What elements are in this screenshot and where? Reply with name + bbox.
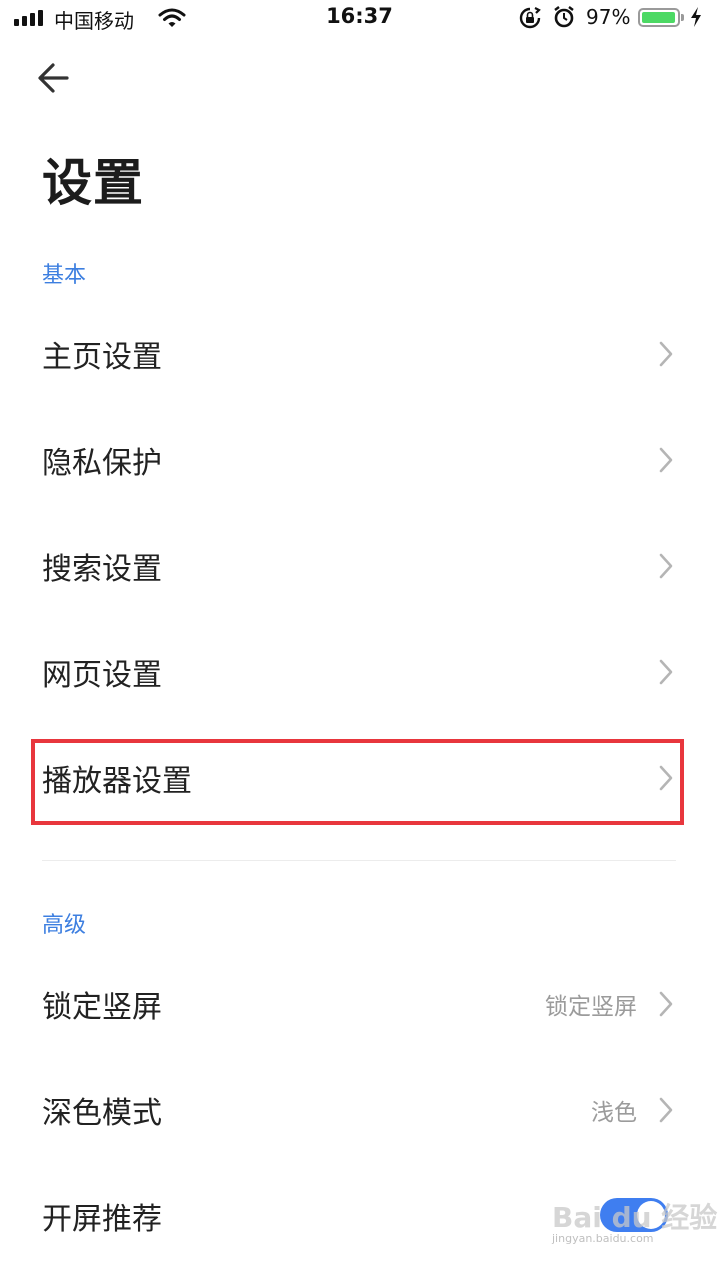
section-header-basic: 基本 (42, 263, 87, 288)
settings-item-label: 隐私保护 (42, 446, 162, 481)
chevron-right-icon (659, 447, 673, 473)
chevron-right-icon (659, 553, 673, 579)
settings-item-label: 锁定竖屏 (42, 990, 162, 1025)
arrow-left-icon (38, 63, 69, 93)
status-bar: 中国移动 16:37 97% (0, 0, 719, 36)
chevron-right-icon (659, 341, 673, 367)
settings-item-label: 开屏推荐 (42, 1202, 162, 1237)
settings-item-label: 主页设置 (42, 340, 162, 375)
alarm-icon (553, 5, 575, 33)
settings-item-homepage[interactable]: 主页设置 (0, 314, 719, 394)
charging-bolt-icon (690, 6, 702, 32)
page-title: 设置 (42, 154, 144, 212)
watermark-url: jingyan.baidu.com (552, 1232, 654, 1245)
battery-percent: 97% (586, 5, 631, 29)
back-button[interactable] (34, 58, 74, 98)
section-divider (42, 860, 676, 861)
settings-item-value: 浅色 (591, 1100, 637, 1126)
chevron-right-icon (659, 991, 673, 1017)
battery-cap (681, 14, 684, 21)
settings-item-value: 锁定竖屏 (545, 994, 637, 1020)
settings-item-search[interactable]: 搜索设置 (0, 526, 719, 606)
battery-level-fill (642, 12, 675, 23)
watermark-logo: Bai du 经验 (552, 1201, 718, 1234)
highlight-box (31, 739, 684, 825)
section-header-advanced: 高级 (42, 913, 87, 938)
chevron-right-icon (659, 1097, 673, 1123)
settings-item-portrait-lock[interactable]: 锁定竖屏 锁定竖屏 (0, 964, 719, 1044)
battery-icon (638, 8, 680, 27)
settings-item-privacy[interactable]: 隐私保护 (0, 420, 719, 500)
chevron-right-icon (659, 659, 673, 685)
settings-item-label: 深色模式 (42, 1096, 162, 1131)
orientation-lock-icon (518, 6, 542, 34)
settings-item-label: 网页设置 (42, 658, 162, 693)
settings-item-label: 搜索设置 (42, 552, 162, 587)
settings-item-webpage[interactable]: 网页设置 (0, 632, 719, 712)
settings-item-dark-mode[interactable]: 深色模式 浅色 (0, 1070, 719, 1150)
